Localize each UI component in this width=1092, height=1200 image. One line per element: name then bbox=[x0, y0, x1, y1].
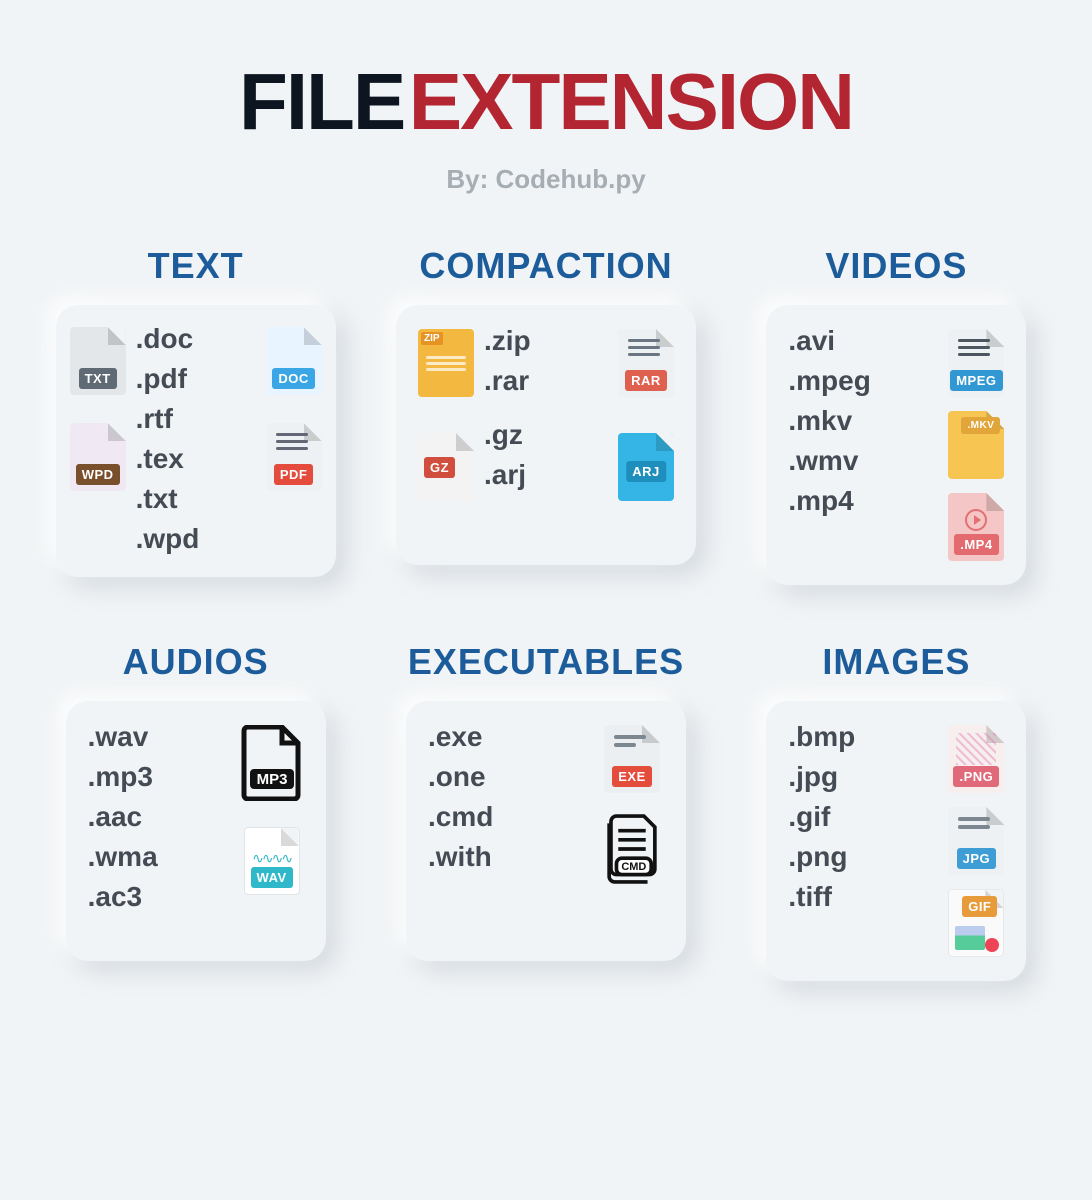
extension-label: .gif bbox=[788, 801, 934, 833]
svg-text:MP3: MP3 bbox=[256, 771, 287, 788]
byline: By: Codehub.py bbox=[40, 164, 1052, 195]
category-card: ZIP GZ .zip .rar .gz .arj RAR ARJ bbox=[396, 305, 696, 565]
category-videos: VIDEOS .avi .mpeg .mkv .wmv .mp4 MPEG .M… bbox=[751, 245, 1042, 585]
png-file-icon: .PNG bbox=[948, 725, 1004, 793]
cmd-file-icon: CMD bbox=[600, 811, 664, 887]
category-title: VIDEOS bbox=[825, 245, 967, 287]
exe-file-icon: EXE bbox=[604, 725, 660, 793]
extension-label: .arj bbox=[484, 459, 608, 491]
page-title: FILE EXTENSION bbox=[40, 56, 1052, 148]
extension-label: .pdf bbox=[136, 363, 256, 395]
category-audios: AUDIOS .wav .mp3 .aac .wma .ac3 MP3 bbox=[50, 641, 341, 981]
category-title: EXECUTABLES bbox=[408, 641, 684, 683]
extension-label: .mp4 bbox=[788, 485, 934, 517]
rar-file-icon: RAR bbox=[618, 329, 674, 397]
mkv-file-icon: .MKV bbox=[948, 411, 1004, 479]
category-compaction: COMPACTION ZIP GZ .zip .rar .gz .arj RAR… bbox=[371, 245, 721, 585]
wav-file-icon: ∿∿∿∿WAV bbox=[244, 827, 300, 895]
extension-label: .tiff bbox=[788, 881, 934, 913]
arj-file-icon: ARJ bbox=[618, 433, 674, 501]
category-title: TEXT bbox=[148, 245, 244, 287]
extension-label: .bmp bbox=[788, 721, 934, 753]
categories-grid: TEXT TXT WPD .doc .pdf .rtf .tex .txt .w… bbox=[40, 245, 1052, 981]
extension-label: .wmv bbox=[788, 445, 934, 477]
category-title: AUDIOS bbox=[123, 641, 269, 683]
extension-label: .rar bbox=[484, 365, 608, 397]
category-card: TXT WPD .doc .pdf .rtf .tex .txt .wpd DO… bbox=[56, 305, 336, 577]
extension-label: .one bbox=[428, 761, 586, 793]
extension-label: .gz bbox=[484, 419, 608, 451]
extension-label: .aac bbox=[88, 801, 226, 833]
infographic: FILE EXTENSION By: Codehub.py TEXT TXT W… bbox=[0, 0, 1092, 1011]
category-title: COMPACTION bbox=[419, 245, 672, 287]
title-word-extension: EXTENSION bbox=[409, 57, 853, 146]
category-text: TEXT TXT WPD .doc .pdf .rtf .tex .txt .w… bbox=[50, 245, 341, 585]
extension-label: .doc bbox=[136, 323, 256, 355]
extension-label: .tex bbox=[136, 443, 256, 475]
extension-label: .wma bbox=[88, 841, 226, 873]
doc-file-icon: DOC bbox=[266, 327, 322, 395]
extension-label: .rtf bbox=[136, 403, 256, 435]
extension-label: .png bbox=[788, 841, 934, 873]
extension-label: .avi bbox=[788, 325, 934, 357]
gz-file-icon: GZ bbox=[418, 433, 474, 501]
extension-label: .wav bbox=[88, 721, 226, 753]
category-images: IMAGES .bmp .jpg .gif .png .tiff .PNG JP… bbox=[751, 641, 1042, 981]
extension-label: .wpd bbox=[136, 523, 256, 555]
extension-label: .mp3 bbox=[88, 761, 226, 793]
wpd-file-icon: WPD bbox=[70, 423, 126, 491]
category-card: .avi .mpeg .mkv .wmv .mp4 MPEG .MKV .MP4 bbox=[766, 305, 1026, 585]
category-card: .exe .one .cmd .with EXE CMD bbox=[406, 701, 686, 961]
extension-label: .cmd bbox=[428, 801, 586, 833]
extension-label: .jpg bbox=[788, 761, 934, 793]
extension-label: .exe bbox=[428, 721, 586, 753]
pdf-file-icon: PDF bbox=[266, 423, 322, 491]
category-card: .wav .mp3 .aac .wma .ac3 MP3 ∿∿∿∿WAV bbox=[66, 701, 326, 961]
extension-label: .ac3 bbox=[88, 881, 226, 913]
jpg-file-icon: JPG bbox=[948, 807, 1004, 875]
zip-file-icon: ZIP bbox=[418, 329, 474, 397]
extension-label: .mkv bbox=[788, 405, 934, 437]
category-executables: EXECUTABLES .exe .one .cmd .with EXE bbox=[371, 641, 721, 981]
txt-file-icon: TXT bbox=[70, 327, 126, 395]
category-title: IMAGES bbox=[822, 641, 970, 683]
mpeg-file-icon: MPEG bbox=[948, 329, 1004, 397]
category-card: .bmp .jpg .gif .png .tiff .PNG JPG GIF bbox=[766, 701, 1026, 981]
mp4-file-icon: .MP4 bbox=[948, 493, 1004, 561]
gif-file-icon: GIF bbox=[948, 889, 1004, 957]
extension-label: .with bbox=[428, 841, 586, 873]
extension-label: .mpeg bbox=[788, 365, 934, 397]
extension-label: .txt bbox=[136, 483, 256, 515]
svg-text:CMD: CMD bbox=[621, 861, 646, 873]
mp3-file-icon: MP3 bbox=[240, 725, 304, 801]
title-word-file: FILE bbox=[239, 57, 404, 146]
extension-label: .zip bbox=[484, 325, 608, 357]
